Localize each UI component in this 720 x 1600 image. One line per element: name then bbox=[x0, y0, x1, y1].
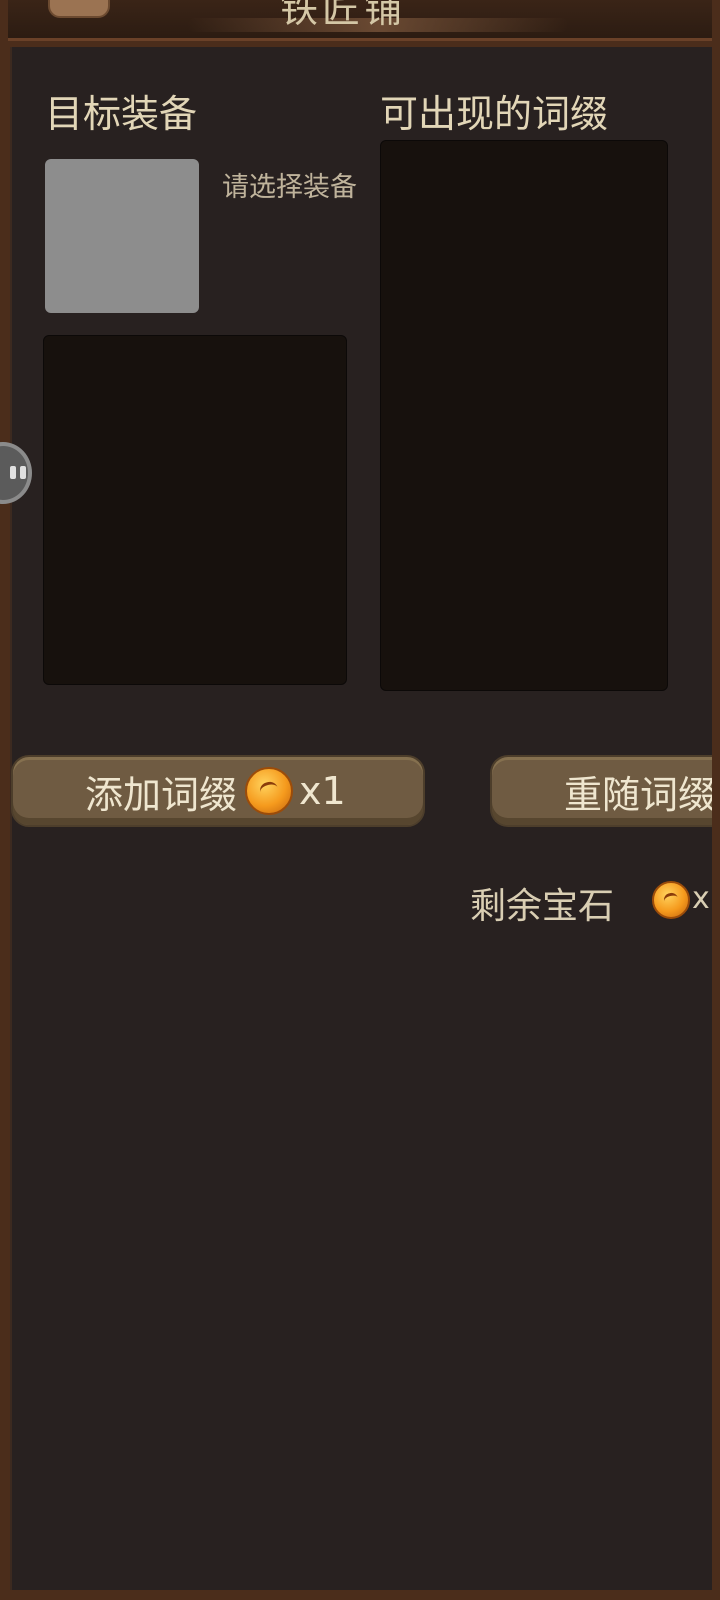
possible-affixes-heading: 可出现的词缀 bbox=[380, 92, 609, 136]
add-affix-button[interactable]: 添加词缀 x1 bbox=[11, 755, 425, 827]
target-equipment-heading: 目标装备 bbox=[45, 92, 198, 136]
title-bar: 铁匠铺 bbox=[8, 0, 712, 41]
reroll-affix-label: 重随词缀 bbox=[564, 772, 712, 817]
remaining-gems-label: 剩余宝石 bbox=[470, 886, 615, 927]
game-frame: 铁匠铺 目标装备 可出现的词缀 请选择装备 添加词缀 x1 重随词缀 剩余宝石 … bbox=[0, 0, 720, 1600]
remaining-gems-count: x bbox=[692, 881, 710, 916]
equipment-slot[interactable] bbox=[45, 159, 199, 313]
page-title: 铁匠铺 bbox=[280, 0, 407, 31]
possible-affix-list bbox=[380, 140, 668, 691]
back-icon[interactable] bbox=[48, 0, 110, 18]
select-equipment-hint: 请选择装备 bbox=[222, 172, 357, 203]
blacksmith-panel: 目标装备 可出现的词缀 请选择装备 添加词缀 x1 重随词缀 剩余宝石 x bbox=[10, 47, 712, 1590]
add-affix-label: 添加词缀 bbox=[85, 772, 238, 817]
add-affix-cost: x1 bbox=[299, 769, 346, 813]
reroll-affix-button[interactable]: 重随词缀 bbox=[490, 755, 712, 827]
gem-icon bbox=[652, 881, 690, 919]
gem-icon bbox=[245, 767, 294, 815]
equipment-affix-list bbox=[43, 335, 347, 685]
